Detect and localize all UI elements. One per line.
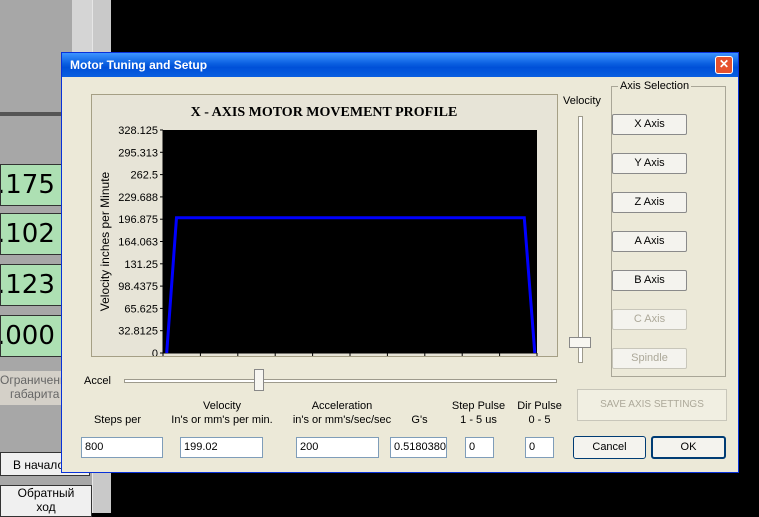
b-axis-button[interactable]: B Axis bbox=[612, 270, 687, 291]
y-tick-label: 196.875 bbox=[118, 214, 158, 226]
acceleration-label: Acceleration bbox=[311, 400, 373, 412]
axis-selection-title: Axis Selection bbox=[618, 80, 692, 92]
dro-readout: .102 bbox=[0, 213, 68, 255]
cancel-button[interactable]: Cancel bbox=[573, 436, 646, 459]
velocity-slider-thumb[interactable] bbox=[569, 337, 591, 348]
gs-field[interactable]: 0.5180380 bbox=[390, 437, 447, 458]
y-tick-label: 262.5 bbox=[130, 170, 158, 182]
steps-per-label: Steps per bbox=[93, 414, 142, 426]
step-pulse-field[interactable]: 0 bbox=[465, 437, 494, 458]
y-axis-label: Velocity inches per Minute bbox=[98, 171, 112, 311]
y-tick-label: 295.313 bbox=[118, 147, 158, 159]
y-tick-label: 131.25 bbox=[124, 259, 158, 271]
chart-title: X - AXIS MOTOR MOVEMENT PROFILE bbox=[191, 105, 458, 120]
plot-area bbox=[163, 130, 537, 353]
ok-button[interactable]: OK bbox=[651, 436, 726, 459]
motor-profile-chart: X - AXIS MOTOR MOVEMENT PROFILE 0 32.8125 6… bbox=[91, 94, 558, 357]
gs-label: G's bbox=[411, 414, 428, 426]
velocity-slider-label: Velocity bbox=[563, 95, 601, 107]
y-tick-label: 65.625 bbox=[124, 303, 158, 315]
dialog-title: Motor Tuning and Setup bbox=[70, 58, 208, 72]
dir-pulse-label: Dir Pulse bbox=[517, 400, 562, 412]
chart-svg: X - AXIS MOTOR MOVEMENT PROFILE 0 32.8125 6… bbox=[98, 105, 538, 356]
y-axis-button[interactable]: Y Axis bbox=[612, 153, 687, 174]
spindle-button[interactable]: Spindle bbox=[612, 348, 687, 369]
steps-per-field[interactable]: 800 bbox=[81, 437, 163, 458]
accel-slider-thumb[interactable] bbox=[254, 369, 264, 391]
z-axis-button[interactable]: Z Axis bbox=[612, 192, 687, 213]
y-tick-label: 98.4375 bbox=[118, 281, 158, 293]
velocity-slider-track[interactable] bbox=[578, 116, 583, 363]
acceleration-field[interactable]: 200 bbox=[296, 437, 379, 458]
accel-slider-label: Accel bbox=[84, 375, 111, 387]
close-icon[interactable]: ✕ bbox=[715, 56, 733, 74]
reverse-run-button[interactable]: Обратный ход bbox=[0, 485, 92, 517]
accel-slider-track[interactable] bbox=[124, 379, 557, 383]
y-tick-label: 229.688 bbox=[118, 192, 158, 204]
x-axis-button[interactable]: X Axis bbox=[612, 114, 687, 135]
y-tick-label: 32.8125 bbox=[118, 326, 158, 338]
velocity-units-label: In's or mm's per min. bbox=[171, 414, 273, 426]
limits-label: Ограничения габарита bbox=[0, 371, 66, 405]
y-tick-label: 164.063 bbox=[118, 236, 158, 248]
velocity-field[interactable]: 199.02 bbox=[180, 437, 263, 458]
dro-readout: .175 bbox=[0, 164, 68, 206]
y-tick-label: 0 bbox=[152, 348, 158, 356]
dro-readout: .123 bbox=[0, 264, 68, 306]
a-axis-button[interactable]: A Axis bbox=[612, 231, 687, 252]
save-axis-settings-button[interactable]: SAVE AXIS SETTINGS bbox=[577, 389, 727, 421]
dir-pulse-range-label: 0 - 5 bbox=[528, 414, 551, 426]
dro-readout: .000 bbox=[0, 315, 68, 357]
velocity-label: Velocity bbox=[203, 400, 241, 412]
title-bar: Motor Tuning and Setup ✕ bbox=[62, 53, 738, 77]
c-axis-button[interactable]: C Axis bbox=[612, 309, 687, 330]
step-pulse-label: Step Pulse bbox=[451, 400, 506, 412]
step-pulse-range-label: 1 - 5 us bbox=[460, 414, 497, 426]
y-tick-label: 328.125 bbox=[118, 125, 158, 137]
acceleration-units-label: in's or mm's/sec/sec bbox=[292, 414, 392, 426]
motor-tuning-dialog: Motor Tuning and Setup ✕ X - AXIS MOTOR … bbox=[61, 52, 739, 473]
dir-pulse-field[interactable]: 0 bbox=[525, 437, 554, 458]
